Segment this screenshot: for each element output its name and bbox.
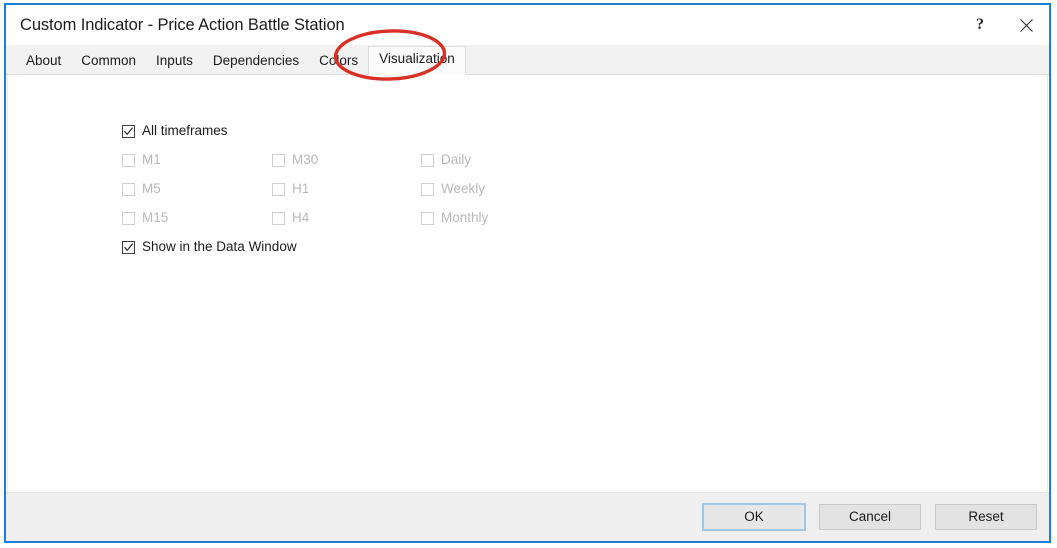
checkbox-all-timeframes[interactable]: All timeframes xyxy=(122,122,488,140)
tab-about[interactable]: About xyxy=(16,49,71,75)
checkbox-label-monthly: Monthly xyxy=(441,210,488,226)
dialog-window: Custom Indicator - Price Action Battle S… xyxy=(4,3,1051,543)
visualization-options-panel: All timeframes M1 M30 Daily M5 xyxy=(122,122,488,267)
checkbox-h4[interactable]: H4 xyxy=(272,209,421,227)
tab-inputs[interactable]: Inputs xyxy=(146,49,203,75)
checkbox-m15[interactable]: M15 xyxy=(122,209,272,227)
checkbox-label-show-in-data-window: Show in the Data Window xyxy=(142,239,297,255)
cancel-button[interactable]: Cancel xyxy=(819,504,921,530)
checkbox-box-unchecked[interactable] xyxy=(122,212,135,225)
checkbox-h1[interactable]: H1 xyxy=(272,180,421,198)
checkmark-icon xyxy=(123,242,134,253)
checkbox-label-m1: M1 xyxy=(142,152,161,168)
checkbox-box-unchecked[interactable] xyxy=(272,154,285,167)
checkbox-m30[interactable]: M30 xyxy=(272,151,421,169)
checkbox-label-m15: M15 xyxy=(142,210,168,226)
tab-common[interactable]: Common xyxy=(71,49,146,75)
checkbox-box-unchecked[interactable] xyxy=(122,154,135,167)
tab-bar: About Common Inputs Dependencies Colors … xyxy=(6,45,1049,75)
window-title: Custom Indicator - Price Action Battle S… xyxy=(6,16,345,35)
checkbox-show-in-data-window[interactable]: Show in the Data Window xyxy=(122,238,488,256)
timeframe-checkbox-grid: M1 M30 Daily M5 H1 xyxy=(122,151,488,227)
dialog-footer: OK Cancel Reset xyxy=(6,492,1049,541)
titlebar-button-group: ? xyxy=(957,5,1049,45)
tab-content-visualization: All timeframes M1 M30 Daily M5 xyxy=(7,75,1048,492)
reset-button[interactable]: Reset xyxy=(935,504,1037,530)
checkbox-box-unchecked[interactable] xyxy=(421,212,434,225)
tab-colors[interactable]: Colors xyxy=(309,49,368,75)
checkbox-box-unchecked[interactable] xyxy=(421,154,434,167)
checkbox-box-unchecked[interactable] xyxy=(421,183,434,196)
checkbox-label-m30: M30 xyxy=(292,152,318,168)
checkbox-label-daily: Daily xyxy=(441,152,471,168)
checkbox-box-unchecked[interactable] xyxy=(122,183,135,196)
checkbox-m5[interactable]: M5 xyxy=(122,180,272,198)
checkbox-label-weekly: Weekly xyxy=(441,181,485,197)
help-button[interactable]: ? xyxy=(957,5,1003,45)
checkbox-label-h1: H1 xyxy=(292,181,309,197)
ok-button[interactable]: OK xyxy=(703,504,805,530)
checkbox-monthly[interactable]: Monthly xyxy=(421,209,488,227)
checkbox-label-m5: M5 xyxy=(142,181,161,197)
checkbox-m1[interactable]: M1 xyxy=(122,151,272,169)
checkbox-label-all-timeframes: All timeframes xyxy=(142,123,228,139)
question-mark-icon: ? xyxy=(976,17,984,33)
checkbox-weekly[interactable]: Weekly xyxy=(421,180,488,198)
tab-visualization[interactable]: Visualization xyxy=(368,46,466,75)
tab-dependencies[interactable]: Dependencies xyxy=(203,49,309,75)
checkbox-box-unchecked[interactable] xyxy=(272,183,285,196)
checkbox-label-h4: H4 xyxy=(292,210,309,226)
checkbox-box-checked[interactable] xyxy=(122,241,135,254)
checkbox-box-checked[interactable] xyxy=(122,125,135,138)
title-bar: Custom Indicator - Price Action Battle S… xyxy=(6,5,1049,45)
close-icon xyxy=(1019,18,1034,33)
checkbox-box-unchecked[interactable] xyxy=(272,212,285,225)
checkmark-icon xyxy=(123,126,134,137)
close-button[interactable] xyxy=(1003,5,1049,45)
checkbox-daily[interactable]: Daily xyxy=(421,151,488,169)
